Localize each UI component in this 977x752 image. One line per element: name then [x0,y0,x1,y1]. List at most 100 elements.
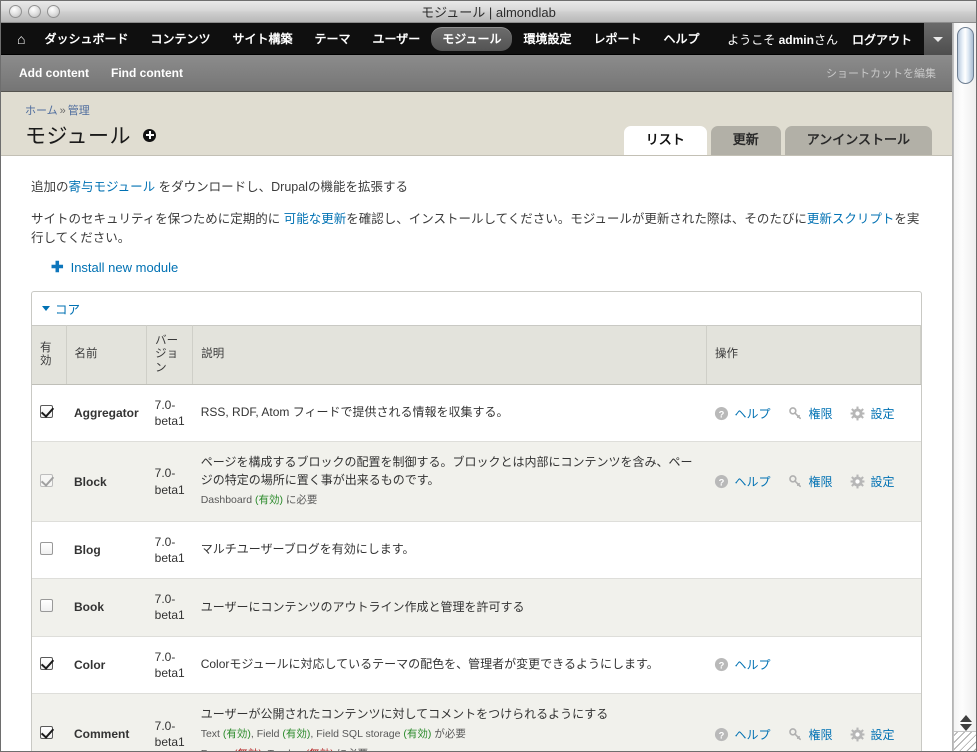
install-new-module-label: Install new module [70,260,179,276]
enable-module-checkbox[interactable] [40,405,53,419]
core-fieldset-legend[interactable]: コア [32,292,921,325]
scrollbar-thumb[interactable] [957,27,974,84]
key-icon [788,474,803,489]
shortcut-add-content[interactable]: Add content [19,66,89,80]
update-script-link[interactable]: 更新スクリプト [807,212,895,226]
install-new-module-link[interactable]: ✚ Install new module [51,260,922,275]
operations-list: ? ヘルプ 権限 設定 [714,473,912,490]
window-titlebar: モジュール | almondlab [1,1,976,23]
table-row: Aggregator 7.0-beta1 RSS, RDF, Atom フィードで提… [32,384,921,443]
page-header: ホーム» 管理 モジュール リスト 更新 アンインストール [1,92,952,156]
help-link[interactable]: ? ヘルプ [714,656,770,673]
cell-module-description: ユーザーにコンテンツのアウトライン作成と管理を許可する [192,578,707,637]
enable-module-checkbox[interactable] [40,726,53,740]
permissions-link[interactable]: 権限 [788,473,832,490]
toolbar-item-structure[interactable]: サイト構築 [222,27,304,51]
breadcrumb-admin[interactable]: 管理 [68,105,90,117]
logout-link[interactable]: ログアウト [848,31,924,48]
module-description-text: ページを構成するブロックの配置を制御する。ブロックとは内部にコンテンツを含み、ペ… [200,455,693,487]
toolbar-item-configuration[interactable]: 環境設定 [512,27,582,51]
home-icon[interactable]: ⌂ [11,27,33,51]
column-header-description: 説明 [192,325,707,385]
module-dependency-text: Dashboard (有効) に必要 [200,494,318,507]
cell-module-description: Colorモジュールに対応しているテーマの配色を、管理者が変更できるようにします… [192,636,707,694]
column-header-enabled-label: 有効 [40,341,52,368]
cell-enabled [32,441,66,522]
page-content: ⌂ ダッシュボード コンテンツ サイト構築 テーマ ユーザー モジュール 環境設… [1,23,953,751]
enable-module-checkbox[interactable] [40,656,53,670]
cell-module-name: Comment [66,693,147,751]
add-shortcut-icon[interactable] [143,128,157,142]
page-viewport: ⌂ ダッシュボード コンテンツ サイト構築 テーマ ユーザー モジュール 環境設… [1,23,976,751]
module-description-text: Colorモジュールに対応しているテーマの配色を、管理者が変更できるようにします… [200,657,659,672]
cell-operations: ? ヘルプ [706,636,921,694]
table-row: Block 7.0-beta1 ページを構成するブロックの配置を制御する。ブロックと… [32,441,921,522]
admin-toolbar: ⌂ ダッシュボード コンテンツ サイト構築 テーマ ユーザー モジュール 環境設… [1,23,952,55]
help-link-label: ヘルプ [734,658,771,673]
breadcrumb: ホーム» 管理 [25,102,934,118]
chevron-down-icon[interactable] [924,23,952,55]
vertical-scrollbar[interactable] [953,23,976,751]
cell-module-name: Color [66,636,147,694]
contributed-modules-link[interactable]: 寄与モジュール [69,180,156,194]
breadcrumb-home[interactable]: ホーム [25,105,58,117]
configure-link[interactable]: 設定 [850,726,895,743]
intro-1-text-a: 追加の [31,180,69,194]
modules-table-body: Aggregator 7.0-beta1 RSS, RDF, Atom フィードで提… [32,384,921,751]
window-resize-grip[interactable] [954,731,976,751]
module-description-text: ユーザーが公開されたコンテンツに対してコメントをつけられるようにする [200,706,609,721]
scroll-up-icon[interactable] [959,715,972,722]
toolbar-item-people[interactable]: ユーザー [362,27,432,51]
toolbar-item-content[interactable]: コンテンツ [139,27,221,51]
help-link[interactable]: ? ヘルプ [714,473,770,490]
svg-text:?: ? [719,409,725,419]
question-circle-icon: ? [714,657,729,672]
svg-text:?: ? [719,661,725,671]
cell-operations: ? ヘルプ 権限 設定 [706,441,921,522]
shortcut-bar: Add content Find content ショートカットを編集 [1,55,952,92]
toolbar-item-help[interactable]: ヘルプ [653,27,711,51]
tab-update[interactable]: 更新 [710,126,781,155]
intro-paragraph-1: 追加の寄与モジュール をダウンロードし、Drupalの機能を拡張する [31,178,922,197]
permissions-link-label: 権限 [808,406,833,421]
toolbar-item-modules[interactable]: モジュール [431,26,513,51]
permissions-link[interactable]: 権限 [788,726,832,743]
column-header-name-label: 名前 [74,348,98,361]
available-updates-link[interactable]: 可能な更新 [284,212,347,226]
enable-module-checkbox[interactable] [40,599,53,613]
cell-module-description: マルチユーザーブログを有効にします。 [192,521,707,580]
operations-list: ? ヘルプ [714,656,912,673]
help-link[interactable]: ? ヘルプ [714,726,770,743]
cell-module-name: Aggregator [66,384,147,443]
question-circle-icon: ? [714,474,729,489]
tab-list[interactable]: リスト [623,126,707,155]
column-header-description-label: 説明 [201,348,225,361]
shortcut-find-content[interactable]: Find content [111,66,183,80]
welcome-message: ようこそ adminさん [717,31,848,48]
intro-2-text-b: を確認し、インストールしてください。モジュールが更新された際は、そのたびに [346,211,807,226]
help-link-label: ヘルプ [734,727,771,742]
scrollbar-arrows[interactable] [954,715,976,731]
configure-link[interactable]: 設定 [850,473,895,490]
scrollbar-track[interactable] [954,23,976,709]
edit-shortcuts-link[interactable]: ショートカットを編集 [826,65,936,81]
help-link-label: ヘルプ [734,406,771,421]
permissions-link[interactable]: 権限 [788,405,832,422]
modules-table-head: 有効 名前 バージョン 説明 操作 [32,325,922,385]
toolbar-item-dashboard[interactable]: ダッシュボード [33,27,139,51]
scroll-down-icon[interactable] [959,724,972,731]
cell-enabled [32,636,66,694]
toolbar-item-appearance[interactable]: テーマ [304,27,362,51]
toolbar-item-reports[interactable]: レポート [582,27,652,51]
column-header-operations: 操作 [706,325,922,385]
configure-link[interactable]: 設定 [850,405,895,422]
window-title: モジュール | almondlab [421,5,556,20]
key-icon [788,727,803,742]
column-header-version: バージョン [146,325,194,385]
cell-operations [706,578,921,637]
enable-module-checkbox[interactable] [40,542,53,555]
breadcrumb-separator: » [59,105,66,117]
permissions-link-label: 権限 [808,727,833,742]
help-link[interactable]: ? ヘルプ [714,405,770,422]
tab-uninstall[interactable]: アンインストール [784,126,932,155]
